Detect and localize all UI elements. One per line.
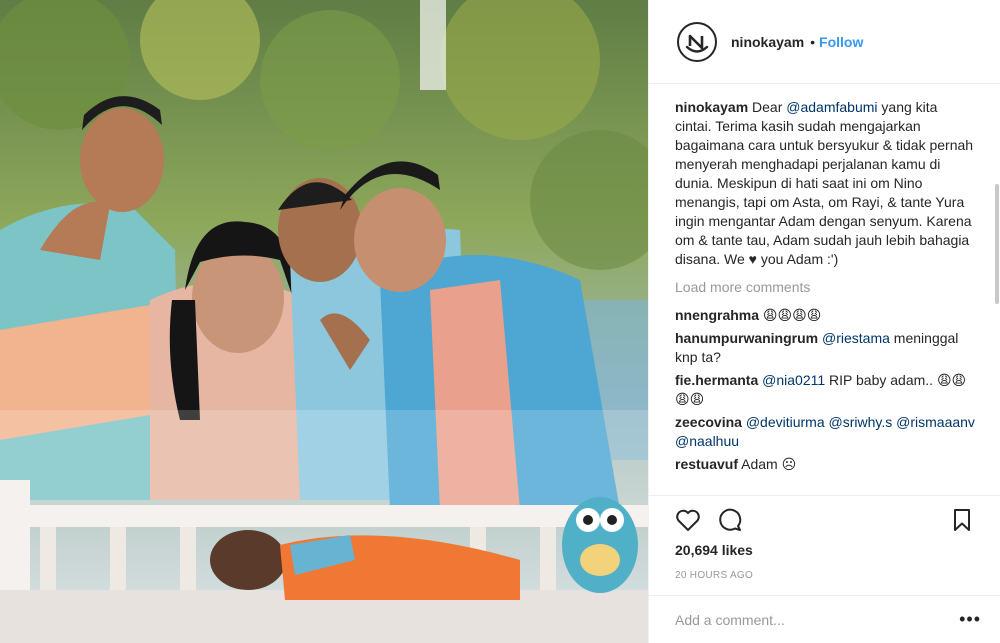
load-more-comments-button[interactable]: Load more comments [675,279,977,295]
bookmark-icon [954,508,970,531]
post-side-panel: ninokayam • Follow ninokayam Dear @adamf… [648,0,1000,643]
comment-username[interactable]: restuavuf [675,456,738,472]
post-timestamp[interactable]: 20 HOURS AGO [675,570,753,581]
comment-mention[interactable]: @nia0211 [762,372,825,388]
add-comment-input[interactable] [675,611,960,628]
likes-count[interactable]: 20,694 likes [675,542,753,558]
comment-mention[interactable]: @devitiurma [746,414,825,430]
comment-item: nnengrahma 😩😩😩😩 [675,306,977,325]
post-photo-illustration [0,0,648,643]
profile-avatar[interactable] [677,21,717,62]
save-button[interactable] [947,505,977,535]
comment-text: 😩😩😩😩 [759,307,822,323]
comment-item: zeecovina @devitiurma @sriwhy.s @rismaaa… [675,413,977,451]
follow-button[interactable]: Follow [819,34,863,50]
ninokayam-logo-icon [685,34,709,53]
comment-items: nnengrahma 😩😩😩😩 hanumpurwaningrum @riesta… [675,306,977,474]
more-options-button[interactable]: ••• [959,609,981,630]
comment-button[interactable] [715,505,745,535]
comment-mention[interactable]: @riestama [822,330,890,346]
comment-username[interactable]: hanumpurwaningrum [675,330,818,346]
comments-list[interactable]: ninokayam Dear @adamfabumi yang kita cin… [649,84,1000,494]
heart-icon [676,509,700,531]
post-header: ninokayam • Follow [649,0,1000,84]
post-actions [649,495,1000,543]
caption-text: yang kita cintai. Terima kasih sudah men… [675,99,974,267]
comment-item: fie.hermanta @nia0211 RIP baby adam.. 😩😩… [675,371,977,409]
comment-mention[interactable]: @naalhuu [675,433,739,449]
comment-item: hanumpurwaningrum @riestama meninggal kn… [675,329,977,367]
comment-username[interactable]: fie.hermanta [675,372,758,388]
caption-mention[interactable]: @adamfabumi [786,99,877,115]
header-separator: • [810,33,816,50]
like-button[interactable] [673,505,703,535]
comment-text: Adam ☹ [738,456,797,472]
caption-username[interactable]: ninokayam [675,99,748,115]
comment-icon [719,508,742,531]
comment-username[interactable]: zeecovina [675,414,742,430]
comment-mention[interactable]: @rismaaanv [896,414,975,430]
caption-text: Dear [748,99,787,115]
comment-username[interactable]: nnengrahma [675,307,759,323]
header-username[interactable]: ninokayam [731,34,804,50]
comment-mention[interactable]: @sriwhy.s [829,414,893,430]
add-comment-bar: ••• [649,595,1000,643]
post-photo [0,0,648,643]
comment-item: restuavuf Adam ☹ [675,455,977,474]
post-caption: ninokayam Dear @adamfabumi yang kita cin… [675,98,977,269]
comments-scrollbar[interactable] [995,184,999,304]
